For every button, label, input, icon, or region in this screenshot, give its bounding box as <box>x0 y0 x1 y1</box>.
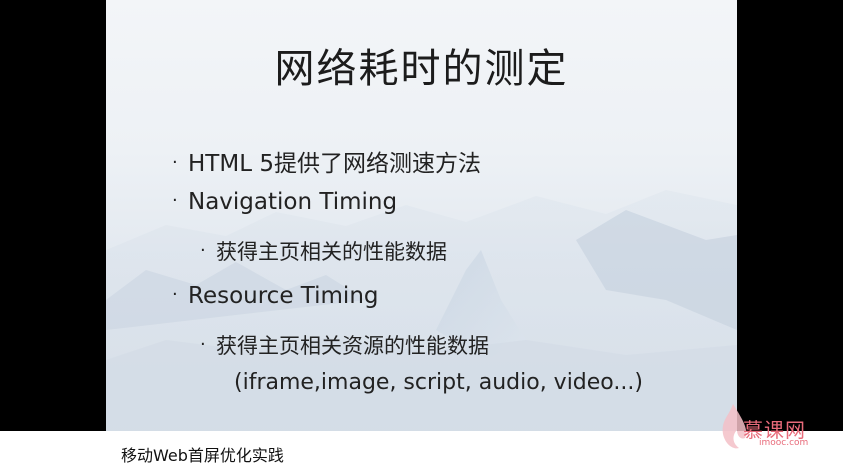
bullet-text: Resource Timing <box>188 283 379 309</box>
bullet-item: · HTML 5提供了网络测速方法 <box>172 144 481 178</box>
sub-bullet-item: · 获得主页相关资源的性能数据 <box>200 330 489 360</box>
watermark-domain: imooc.com <box>759 438 809 448</box>
bullet-item: · Navigation Timing <box>172 189 397 215</box>
slide-title: 网络耗时的测定 <box>274 46 569 92</box>
sub-bullet-item: · 获得主页相关的性能数据 <box>200 236 447 266</box>
course-caption: 移动Web首屏优化实践 <box>121 446 284 465</box>
bullet-dot: · <box>200 334 206 355</box>
bullet-text: 获得主页相关资源的性能数据 <box>216 334 489 358</box>
bullet-item: · Resource Timing <box>172 283 379 309</box>
presentation-slide: 网络耗时的测定 · HTML 5提供了网络测速方法 · Navigation Tim… <box>106 0 737 431</box>
sub-bullet-continuation: (iframe,image, script, audio, video...) <box>234 370 643 395</box>
bullet-text: HTML 5提供了网络测速方法 <box>188 151 481 177</box>
bullet-text: 获得主页相关的性能数据 <box>216 240 447 264</box>
bullet-dot: · <box>172 152 178 173</box>
video-frame: 网络耗时的测定 · HTML 5提供了网络测速方法 · Navigation Tim… <box>0 0 843 469</box>
bullet-dot: · <box>172 284 178 305</box>
bullet-dot: · <box>172 190 178 211</box>
bullet-dot: · <box>200 240 206 261</box>
bullet-text: (iframe,image, script, audio, video...) <box>234 370 643 395</box>
bullet-text: Navigation Timing <box>188 189 398 215</box>
